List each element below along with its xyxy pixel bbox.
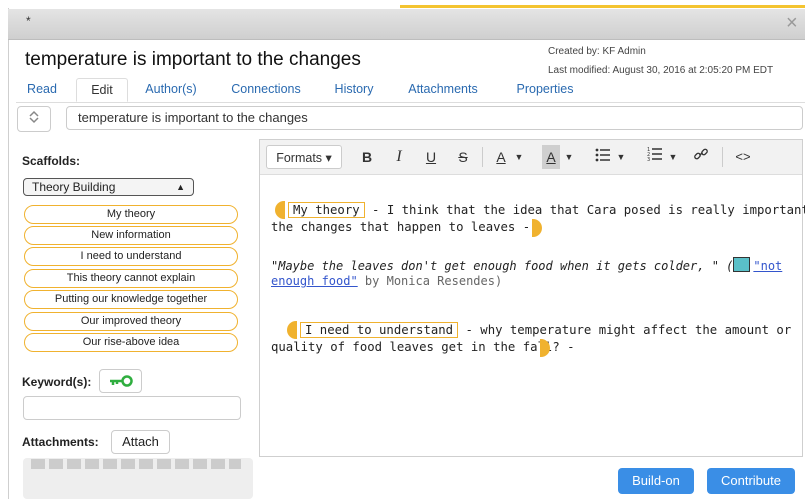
attachment-dropzone[interactable] [23, 458, 253, 499]
scaffold-tag-start-marker [275, 201, 285, 219]
window-marker: * [26, 14, 31, 28]
tab-read[interactable]: Read [20, 78, 64, 100]
keyword-input[interactable] [23, 396, 241, 420]
paragraph-2-line-2: quality of food leaves get in the fall? … [271, 340, 575, 354]
chevron-down-icon[interactable]: ▼ [564, 145, 574, 169]
paragraph-text: - why temperature might affect the amoun… [458, 323, 792, 337]
chevron-down-icon[interactable]: ▼ [616, 145, 626, 169]
quote-link[interactable]: enough food" [271, 274, 358, 288]
paragraph-1-line-2: the changes that happen to leaves - [271, 220, 530, 234]
font-color-button[interactable]: A [492, 145, 510, 169]
scaffold-select-value: Theory Building [32, 180, 116, 194]
quote-line-1: "Maybe the leaves don't get enough food … [271, 257, 782, 273]
scaffold-need-to-understand[interactable]: I need to understand [24, 247, 238, 266]
paragraph-text: quality of food leaves get in the fall? … [271, 340, 575, 354]
page-title: temperature is important to the changes [25, 49, 361, 70]
italic-button[interactable]: I [390, 145, 408, 169]
bullet-list-icon[interactable] [594, 145, 612, 169]
tab-edit[interactable]: Edit [76, 78, 128, 102]
toolbar-divider [482, 147, 483, 167]
paragraph-1-line-1: My theory - I think that the idea that C… [275, 201, 805, 219]
scaffold-tag-start-marker [287, 321, 297, 339]
tab-properties[interactable]: Properties [506, 78, 584, 100]
document-icon [733, 257, 751, 272]
toolbar-divider [722, 147, 723, 167]
keywords-label: Keyword(s): [22, 375, 92, 389]
build-on-button[interactable]: Build-on [618, 468, 694, 494]
last-modified: Last modified: August 30, 2016 at 2:05:2… [548, 65, 774, 76]
scaffold-improved-theory[interactable]: Our improved theory [24, 312, 238, 331]
editor-toolbar: Formats ▾ B I U S A ▼ A ▼ ▼ 123 ▼ <> [260, 140, 802, 175]
top-strip [0, 0, 805, 8]
tab-connections[interactable]: Connections [221, 78, 311, 100]
svg-text:3: 3 [647, 157, 650, 162]
tab-authors[interactable]: Author(s) [136, 78, 206, 100]
tab-history[interactable]: History [326, 78, 382, 100]
scaffold-new-information[interactable]: New information [24, 226, 238, 245]
underline-button[interactable]: U [422, 145, 440, 169]
quote-link[interactable]: "not [753, 259, 782, 273]
attach-button[interactable]: Attach [111, 430, 170, 454]
formats-label: Formats [276, 151, 323, 165]
numbered-list-icon[interactable]: 123 [646, 145, 664, 169]
scaffold-tag-end-marker [532, 219, 542, 237]
select-arrows-icon: ▲ [176, 182, 185, 192]
quote-text: "Maybe the leaves don't get enough food … [271, 259, 734, 273]
code-view-button[interactable]: <> [730, 145, 756, 169]
created-by: Created by: KF Admin [548, 46, 646, 57]
scaffold-rise-above[interactable]: Our rise-above idea [24, 333, 238, 352]
tab-bar: Read Edit Author(s) Connections History … [16, 78, 805, 103]
close-icon[interactable]: × [786, 13, 798, 33]
rich-text-editor: Formats ▾ B I U S A ▼ A ▼ ▼ 123 ▼ <> My … [259, 139, 805, 457]
scaffolds-label: Scaffolds: [22, 154, 81, 168]
quote-author: by Monica Resendes) [357, 274, 503, 288]
attachments-label: Attachments: [22, 435, 99, 449]
tab-attachments[interactable]: Attachments [399, 78, 487, 100]
paragraph-2-line-1: I need to understand - why temperature m… [287, 321, 792, 339]
strike-button[interactable]: S [454, 145, 472, 169]
contribute-button[interactable]: Contribute [707, 468, 795, 494]
link-icon[interactable] [692, 145, 710, 169]
chevron-down-icon[interactable]: ▼ [514, 145, 524, 169]
chevron-down-icon[interactable]: ▼ [668, 145, 678, 169]
editor-content[interactable]: My theory - I think that the idea that C… [260, 175, 805, 456]
key-icon[interactable] [99, 369, 142, 393]
scaffold-knowledge-together[interactable]: Putting our knowledge together [24, 290, 238, 309]
scaffold-tag[interactable]: I need to understand [300, 322, 459, 338]
title-field[interactable]: temperature is important to the changes [66, 106, 803, 130]
quote-line-2: enough food" by Monica Resendes) [271, 274, 502, 288]
bold-button[interactable]: B [358, 145, 376, 169]
scaffold-cannot-explain[interactable]: This theory cannot explain [24, 269, 238, 288]
scaffold-my-theory[interactable]: My theory [24, 205, 238, 224]
dropzone-text-blur [31, 459, 241, 469]
paragraph-text: the changes that happen to leaves - [271, 220, 531, 234]
bg-color-button[interactable]: A [542, 145, 560, 169]
scaffold-tag[interactable]: My theory [288, 202, 365, 218]
window-titlebar[interactable]: * × [8, 9, 805, 40]
formats-dropdown[interactable]: Formats ▾ [266, 145, 342, 169]
paragraph-text: - I think that the idea that Cara posed … [364, 203, 805, 217]
scaffold-select[interactable]: Theory Building ▲ [23, 178, 194, 196]
sort-arrows-icon[interactable] [17, 106, 51, 132]
